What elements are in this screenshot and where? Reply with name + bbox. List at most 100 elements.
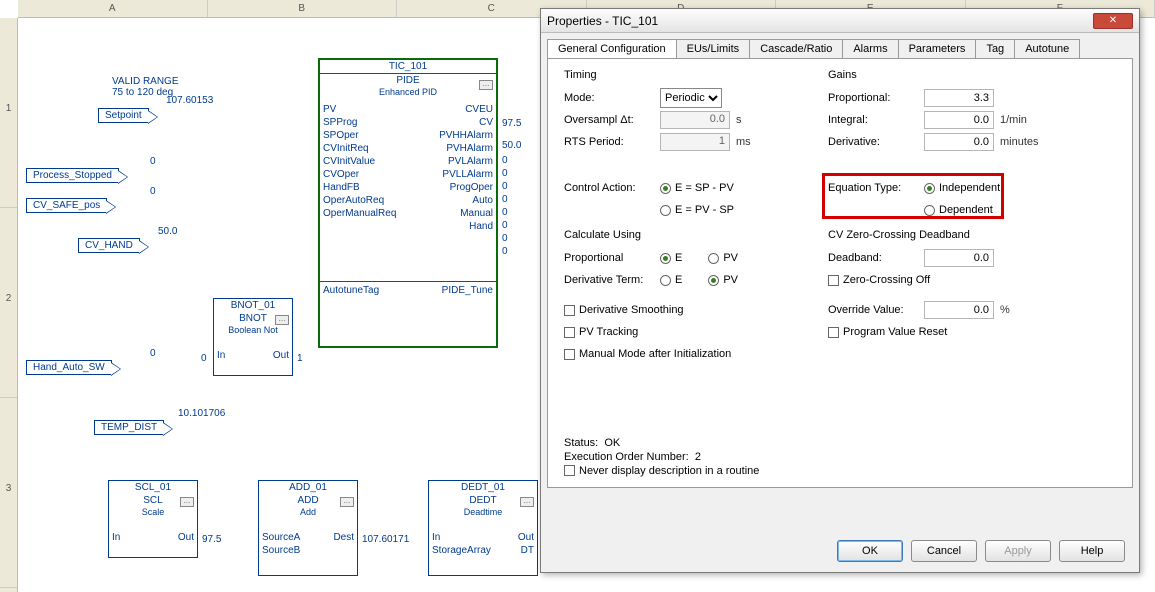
- status-value: OK: [604, 437, 620, 449]
- rts-unit: ms: [736, 136, 778, 148]
- check-zero-crossing-off[interactable]: Zero-Crossing Off: [828, 274, 930, 286]
- gain-der-input[interactable]: [924, 133, 994, 151]
- override-input[interactable]: [924, 301, 994, 319]
- oversampl-unit: s: [736, 114, 778, 126]
- tab-panel-general: Timing Mode: Periodic Oversampl Δt: 0.0 …: [547, 58, 1133, 488]
- radio-deriv-e[interactable]: E: [660, 274, 682, 286]
- ellipsis-icon[interactable]: …: [275, 315, 289, 325]
- tab-cascade[interactable]: Cascade/Ratio: [749, 39, 843, 58]
- gain-int-label: Integral:: [828, 114, 918, 126]
- rts-value: 1: [660, 133, 730, 151]
- tag-cv-hand[interactable]: CV_HAND: [78, 238, 140, 253]
- alarm-flags: 0000 0000: [502, 154, 508, 258]
- ellipsis-icon[interactable]: …: [340, 497, 354, 507]
- override-unit: %: [1000, 304, 1042, 316]
- radio-prop-pv[interactable]: PV: [708, 252, 738, 264]
- tag-cv-safe[interactable]: CV_SAFE_pos: [26, 198, 107, 213]
- gain-der-label: Derivative:: [828, 136, 918, 148]
- tab-autotune[interactable]: Autotune: [1014, 39, 1080, 58]
- gain-prop-input[interactable]: [924, 89, 994, 107]
- bnot-out-value: 1: [297, 353, 303, 364]
- radio-prop-e[interactable]: E: [660, 252, 682, 264]
- check-pv-tracking[interactable]: PV Tracking: [564, 326, 638, 338]
- help-button[interactable]: Help: [1059, 540, 1125, 562]
- process-stopped-value: 0: [150, 156, 156, 167]
- deadband-input[interactable]: [924, 249, 994, 267]
- block-dedt-name: DEDT_01: [429, 481, 537, 494]
- temp-dist-value: 10.101706: [178, 408, 225, 419]
- oversampl-value: 0.0: [660, 111, 730, 129]
- cancel-button[interactable]: Cancel: [911, 540, 977, 562]
- dialog-button-bar: OK Cancel Apply Help: [837, 540, 1125, 562]
- block-pide-name: TIC_101: [320, 60, 496, 74]
- control-action-label: Control Action:: [564, 182, 654, 194]
- check-manual-mode[interactable]: Manual Mode after Initialization: [564, 348, 731, 360]
- bnot-in-value: 0: [201, 353, 207, 364]
- calc-deriv-label: Derivative Term:: [564, 274, 654, 286]
- radio-deriv-pv[interactable]: PV: [708, 274, 738, 286]
- block-bnot-name: BNOT_01: [214, 299, 292, 312]
- calc-using-heading: Calculate Using: [564, 229, 804, 241]
- add-dest-value: 107.60171: [362, 534, 409, 545]
- row-ruler: 123: [0, 18, 18, 592]
- properties-dialog[interactable]: Properties - TIC_101 ✕ General Configura…: [540, 8, 1140, 573]
- block-scl-desc: Scale: [109, 507, 197, 517]
- status-label: Status:: [564, 437, 598, 449]
- block-add[interactable]: ADD_01 ADD … Add SourceADest SourceB: [258, 480, 358, 576]
- ellipsis-icon[interactable]: …: [520, 497, 534, 507]
- gains-heading: Gains: [828, 69, 1118, 81]
- close-icon[interactable]: ✕: [1093, 13, 1133, 29]
- rts-label: RTS Period:: [564, 136, 654, 148]
- deadband-label: Deadband:: [828, 252, 918, 264]
- dialog-titlebar[interactable]: Properties - TIC_101 ✕: [541, 9, 1139, 33]
- block-add-name: ADD_01: [259, 481, 357, 494]
- cveu-value: 97.5: [502, 118, 521, 129]
- calc-prop-label: Proportional: [564, 252, 654, 264]
- tab-general[interactable]: General Configuration: [547, 39, 677, 58]
- radio-e-sp-pv[interactable]: E = SP - PV: [660, 182, 734, 194]
- oversampl-label: Oversampl Δt:: [564, 114, 654, 126]
- radio-e-pv-sp[interactable]: E = PV - SP: [660, 204, 734, 216]
- check-never-display[interactable]: Never display description in a routine: [564, 465, 759, 477]
- ellipsis-icon[interactable]: …: [180, 497, 194, 507]
- tab-tag[interactable]: Tag: [975, 39, 1015, 58]
- apply-button[interactable]: Apply: [985, 540, 1051, 562]
- tag-setpoint[interactable]: Setpoint: [98, 108, 149, 123]
- check-derivative-smoothing[interactable]: Derivative Smoothing: [564, 304, 684, 316]
- highlight-box: [822, 173, 1004, 219]
- cv-value: 50.0: [502, 140, 521, 151]
- block-bnot[interactable]: BNOT_01 BNOT … Boolean Not InOut: [213, 298, 293, 376]
- tag-process-stopped[interactable]: Process_Stopped: [26, 168, 119, 183]
- block-scl[interactable]: SCL_01 SCL … Scale InOut: [108, 480, 198, 558]
- block-bnot-desc: Boolean Not: [214, 325, 292, 335]
- exec-order-value: 2: [695, 451, 701, 463]
- block-dedt-desc: Deadtime: [429, 507, 537, 517]
- zc-heading: CV Zero-Crossing Deadband: [828, 229, 1118, 241]
- ok-button[interactable]: OK: [837, 540, 903, 562]
- tab-alarms[interactable]: Alarms: [842, 39, 898, 58]
- dialog-title: Properties - TIC_101: [547, 14, 658, 28]
- gain-int-unit: 1/min: [1000, 114, 1042, 126]
- block-add-desc: Add: [259, 507, 357, 517]
- mode-select[interactable]: Periodic: [660, 88, 722, 108]
- tag-temp-dist[interactable]: TEMP_DIST: [94, 420, 164, 435]
- check-program-value-reset[interactable]: Program Value Reset: [828, 326, 947, 338]
- tab-parameters[interactable]: Parameters: [898, 39, 977, 58]
- tab-eus[interactable]: EUs/Limits: [676, 39, 751, 58]
- timing-heading: Timing: [564, 69, 804, 81]
- ellipsis-icon[interactable]: …: [479, 80, 493, 90]
- block-pide-type: PIDE: [320, 74, 496, 87]
- tab-strip: General Configuration EUs/Limits Cascade…: [541, 33, 1139, 58]
- gain-prop-label: Proportional:: [828, 92, 918, 104]
- override-label: Override Value:: [828, 304, 918, 316]
- gain-int-input[interactable]: [924, 111, 994, 129]
- block-pide[interactable]: TIC_101 PIDE … Enhanced PID PVCVEU SPPro…: [318, 58, 498, 348]
- exec-order-label: Execution Order Number:: [564, 451, 689, 463]
- cv-safe-value: 0: [150, 186, 156, 197]
- block-dedt[interactable]: DEDT_01 DEDT … Deadtime InOut StorageArr…: [428, 480, 538, 576]
- hand-auto-value: 0: [150, 348, 156, 359]
- cv-hand-value: 50.0: [158, 226, 177, 237]
- tag-hand-auto[interactable]: Hand_Auto_SW: [26, 360, 112, 375]
- block-scl-name: SCL_01: [109, 481, 197, 494]
- scl-out-value: 97.5: [202, 534, 221, 545]
